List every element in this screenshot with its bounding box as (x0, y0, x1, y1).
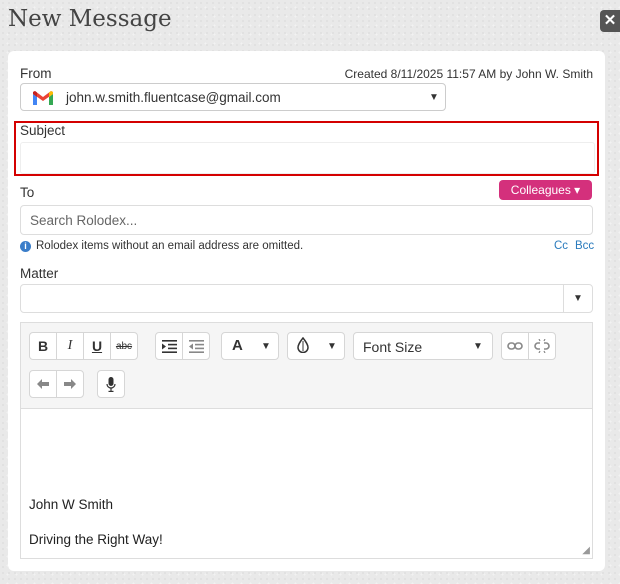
close-icon: ✕ (603, 12, 617, 29)
highlight-color-dropdown[interactable]: ▼ (287, 332, 345, 360)
gmail-icon (32, 91, 54, 111)
microphone-button[interactable] (97, 370, 125, 398)
outdent-button[interactable] (182, 332, 210, 360)
resize-handle-icon[interactable]: ◢ (582, 545, 590, 556)
editor-toolbar: B I U abc A ▼ ▼ Font Size ▼ (21, 323, 592, 409)
chevron-down-icon: ▼ (473, 341, 483, 352)
message-panel: From Created 8/11/2025 11:57 AM by John … (8, 51, 605, 571)
chevron-down-icon: ▼ (429, 92, 439, 103)
from-label: From (20, 66, 52, 81)
font-color-icon: A (232, 337, 243, 354)
from-account: john.w.smith.fluentcase@gmail.com (66, 90, 281, 105)
subject-input[interactable] (20, 142, 595, 174)
rolodex-search-placeholder: Search Rolodex... (30, 213, 138, 228)
subject-highlight: Subject (14, 121, 599, 176)
dialog-title: New Message (8, 6, 172, 32)
matter-label: Matter (20, 266, 59, 281)
redo-icon (64, 379, 76, 389)
colleagues-button[interactable]: Colleagues ▾ (499, 180, 592, 200)
indent-group (155, 332, 210, 360)
chevron-down-icon: ▼ (573, 293, 583, 304)
cc-link[interactable]: Cc (554, 240, 568, 252)
dictation-group (97, 370, 125, 398)
indent-icon (161, 339, 177, 353)
message-editor[interactable]: B I U abc A ▼ ▼ Font Size ▼ John W Smith… (20, 322, 593, 559)
chevron-down-icon: ▼ (327, 341, 337, 352)
undo-button[interactable] (29, 370, 57, 398)
link-button[interactable] (501, 332, 529, 360)
rolodex-search-input[interactable]: Search Rolodex... (20, 205, 593, 235)
from-select[interactable]: john.w.smith.fluentcase@gmail.com ▼ (20, 83, 446, 111)
underline-button[interactable]: U (83, 332, 111, 360)
unlink-button[interactable] (528, 332, 556, 360)
unlink-icon (534, 339, 550, 353)
signature-name: John W Smith (29, 497, 114, 512)
link-icon (507, 342, 523, 350)
subject-label: Subject (20, 123, 66, 138)
link-group (501, 332, 556, 360)
history-group (29, 370, 84, 398)
close-button[interactable]: ✕ (600, 10, 620, 32)
info-icon: i (20, 241, 31, 252)
droplet-icon (297, 336, 309, 356)
signature-tagline: Driving the Right Way! (29, 532, 163, 547)
bold-button[interactable]: B (29, 332, 57, 360)
created-info: Created 8/11/2025 11:57 AM by John W. Sm… (344, 67, 593, 81)
font-size-dropdown[interactable]: Font Size ▼ (353, 332, 493, 360)
font-size-label: Font Size (363, 339, 423, 355)
matter-dropdown-button[interactable]: ▼ (563, 284, 592, 313)
strikethrough-button[interactable]: abc (110, 332, 138, 360)
outdent-icon (188, 339, 204, 353)
chevron-down-icon: ▼ (261, 341, 271, 352)
undo-icon (37, 379, 49, 389)
indent-button[interactable] (155, 332, 183, 360)
italic-button[interactable]: I (56, 332, 84, 360)
rolodex-note: Rolodex items without an email address a… (36, 240, 304, 252)
to-label: To (20, 185, 35, 200)
format-group: B I U abc (29, 332, 138, 360)
redo-button[interactable] (56, 370, 84, 398)
matter-select[interactable] (20, 284, 593, 313)
bcc-link[interactable]: Bcc (575, 240, 594, 252)
microphone-icon (106, 376, 116, 392)
font-color-dropdown[interactable]: A ▼ (221, 332, 279, 360)
